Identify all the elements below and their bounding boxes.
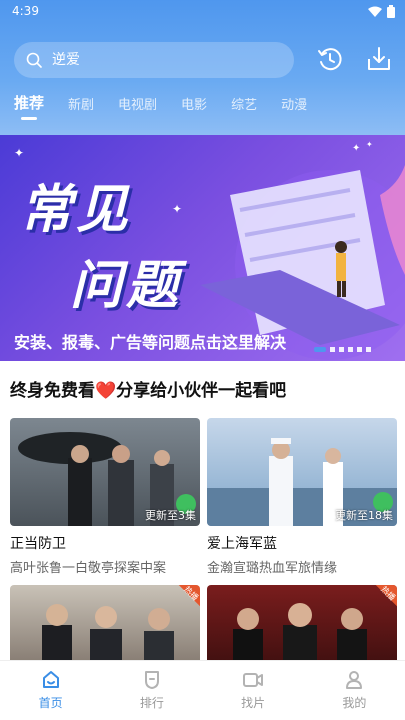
- video-camera-icon: [243, 673, 264, 687]
- tab-movie[interactable]: 电影: [181, 94, 207, 120]
- hot-label: 热播: [182, 585, 200, 603]
- share-promo-text[interactable]: 终身免费看❤️分享给小伙伴一起看吧: [10, 376, 286, 401]
- video-poster: 更新至18集: [207, 418, 397, 526]
- tab-recommend[interactable]: 推荐: [14, 92, 44, 120]
- status-icons: [368, 5, 395, 18]
- bottom-nav: 首页 排行 找片 我的: [0, 660, 405, 720]
- carousel-dot: [366, 347, 371, 352]
- download-button[interactable]: [364, 44, 394, 74]
- svg-text:✦: ✦: [352, 143, 360, 154]
- tab-tv-series[interactable]: 电视剧: [118, 94, 157, 120]
- video-title: 爱上海军蓝: [207, 536, 277, 552]
- ranking-icon: [144, 671, 159, 689]
- status-time: 4:39: [12, 4, 39, 18]
- video-subtitle: 金瀚宣璐热血军旅情缘: [207, 561, 338, 576]
- banner-title-line2: 问题: [70, 256, 183, 316]
- update-badge: 更新至3集: [145, 509, 196, 522]
- nav-home[interactable]: 首页: [0, 661, 101, 720]
- banner-caption: 安装、报毒、广告等问题点击这里解决: [14, 333, 287, 352]
- carousel-dot: [339, 347, 344, 352]
- history-button[interactable]: [315, 44, 345, 74]
- video-subtitle: 高叶张鲁一白敬亭探案中案: [10, 561, 167, 576]
- header: 4:39 推荐 新: [0, 0, 405, 135]
- carousel-dot: [348, 347, 353, 352]
- home-icon: [42, 671, 59, 688]
- search-bar[interactable]: [14, 42, 294, 78]
- nav-ranking[interactable]: 排行: [101, 661, 202, 720]
- hot-ribbon: 热播: [170, 585, 200, 615]
- carousel-indicator: [314, 347, 371, 352]
- tab-anime[interactable]: 动漫: [281, 94, 307, 120]
- banner-title-line1: 常见: [20, 180, 133, 240]
- tab-variety[interactable]: 综艺: [231, 94, 257, 120]
- wifi-icon: [368, 6, 382, 17]
- carousel-dot-active: [314, 347, 326, 352]
- tab-new-drama[interactable]: 新剧: [68, 94, 94, 120]
- nav-home-label: 首页: [38, 696, 63, 710]
- user-icon: [346, 671, 363, 689]
- video-card[interactable]: 更新至3集 正当防卫 高叶张鲁一白敬亭探案中案: [10, 418, 200, 576]
- video-title: 正当防卫: [10, 536, 66, 552]
- video-poster: 更新至3集: [10, 418, 200, 526]
- nav-find-label: 找片: [241, 696, 266, 710]
- hot-ribbon: 热播: [367, 585, 397, 615]
- category-tabs: 推荐 新剧 电视剧 电影 综艺 动漫: [14, 94, 331, 120]
- nav-ranking-label: 排行: [139, 696, 164, 710]
- carousel-dot: [357, 347, 362, 352]
- status-bar: 4:39: [0, 0, 405, 24]
- history-icon: [318, 48, 342, 71]
- video-card[interactable]: 更新至18集 爱上海军蓝 金瀚宣璐热血军旅情缘: [207, 418, 397, 576]
- battery-icon: [387, 5, 395, 18]
- svg-text:✦: ✦: [172, 202, 182, 216]
- nav-find[interactable]: 找片: [203, 661, 304, 720]
- search-input[interactable]: [52, 52, 272, 68]
- update-badge: 更新至18集: [335, 509, 393, 522]
- nav-profile[interactable]: 我的: [304, 661, 405, 720]
- download-icon: [368, 47, 390, 70]
- svg-text:✦: ✦: [14, 146, 24, 160]
- search-icon: [26, 52, 42, 68]
- faq-banner[interactable]: ✦ ✦ ✦ ✦ 常见 问题 安装、报毒、广告等问题点击这里解决: [0, 135, 405, 361]
- svg-text:✦: ✦: [366, 140, 373, 149]
- hot-label: 热播: [379, 585, 397, 603]
- carousel-dot: [330, 347, 335, 352]
- nav-profile-label: 我的: [342, 696, 367, 710]
